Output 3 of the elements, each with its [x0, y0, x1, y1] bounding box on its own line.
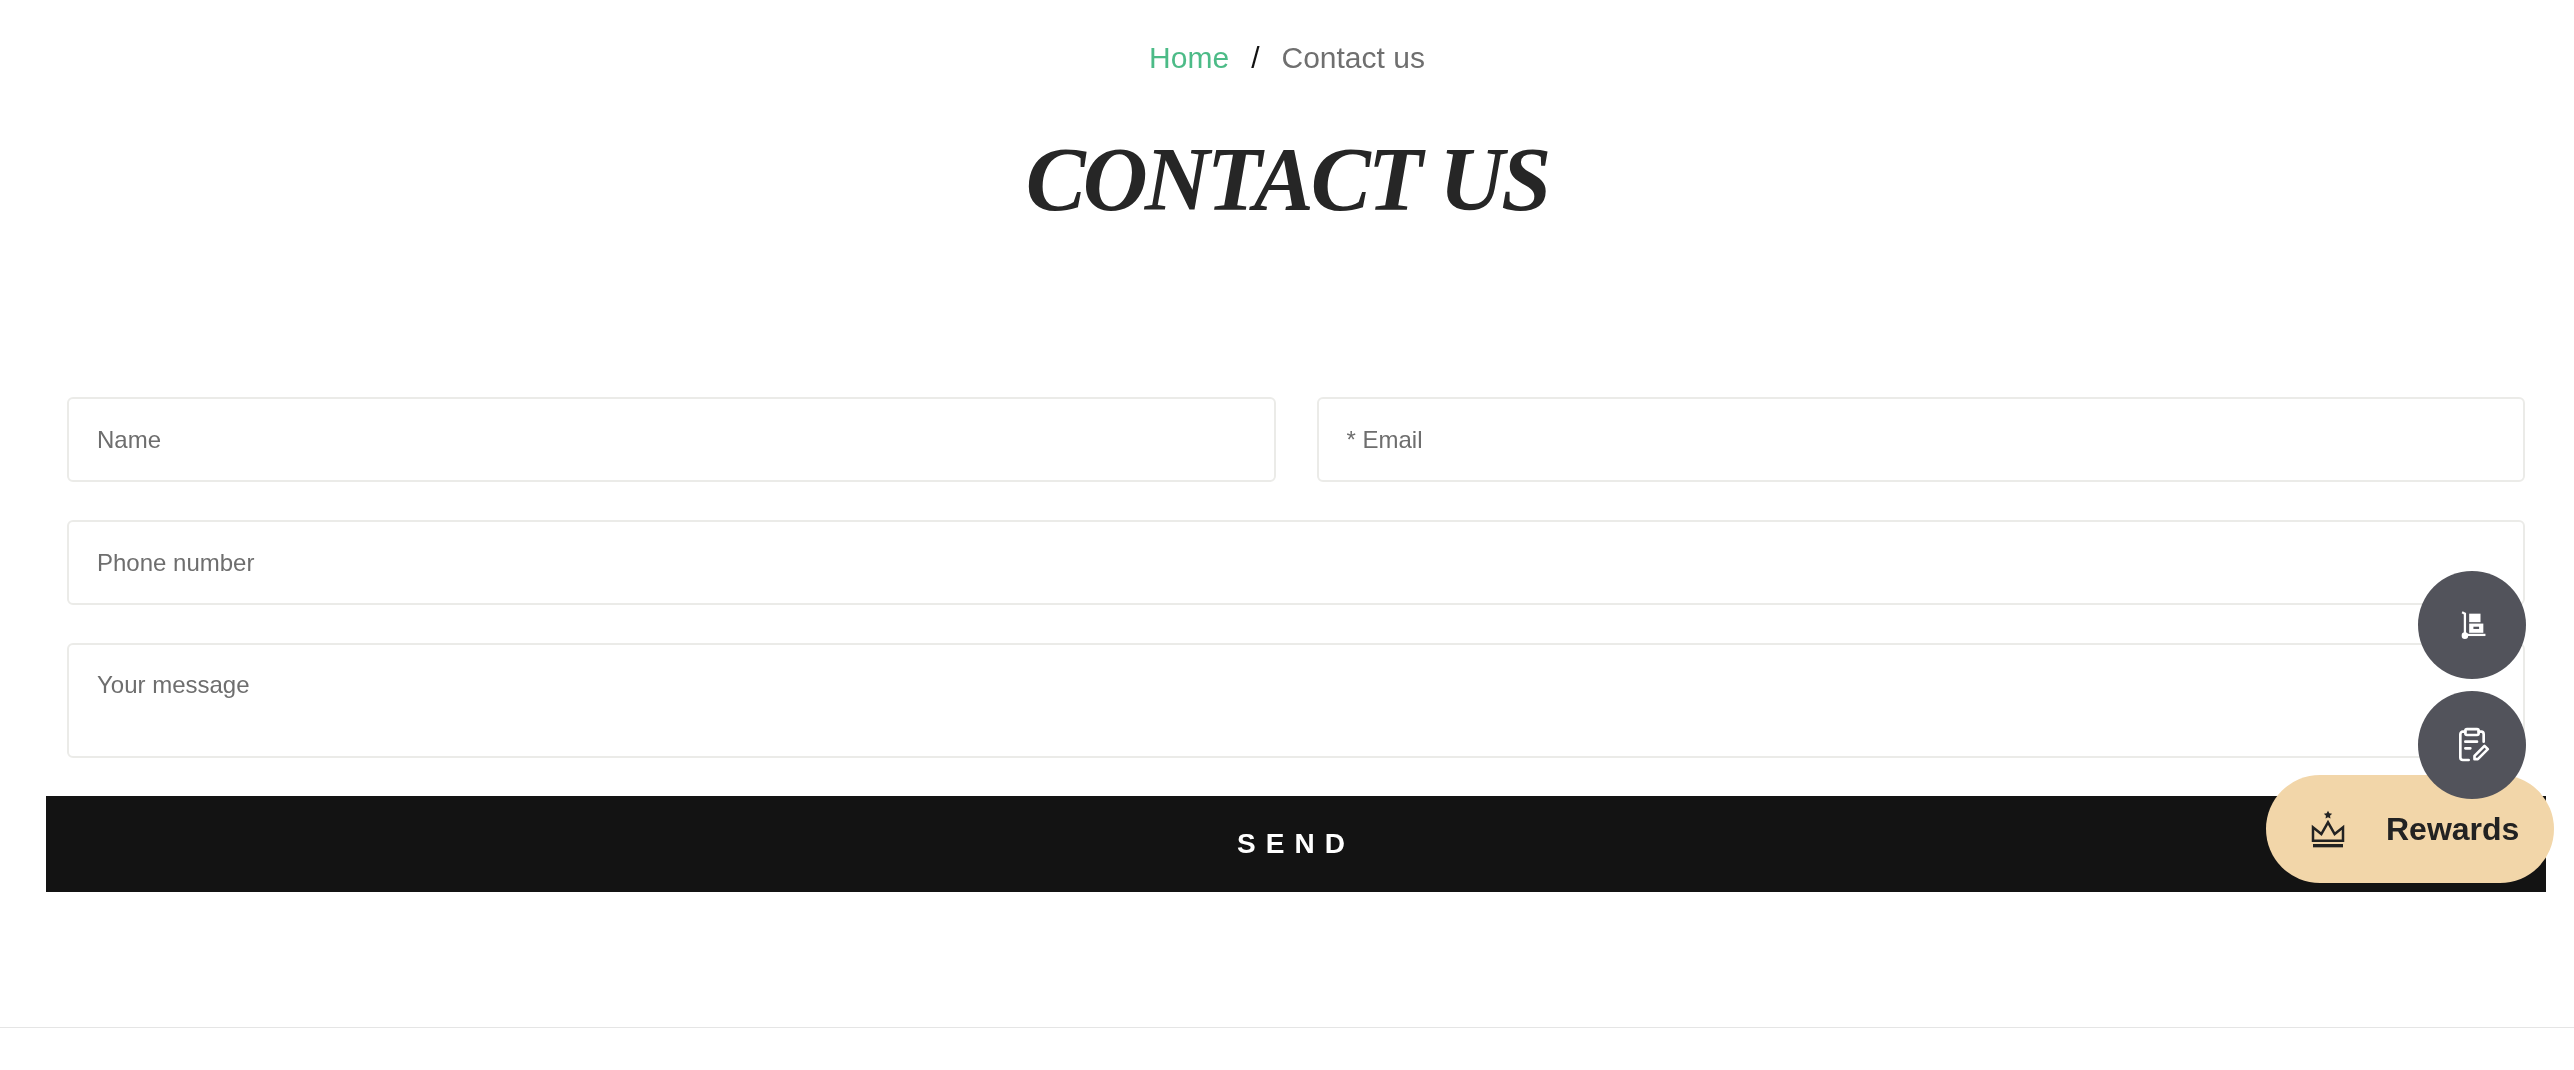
breadcrumb-current: Contact us [1281, 40, 1425, 76]
breadcrumb-separator: / [1251, 40, 1260, 76]
page-title: CONTACT US [1025, 130, 1549, 230]
